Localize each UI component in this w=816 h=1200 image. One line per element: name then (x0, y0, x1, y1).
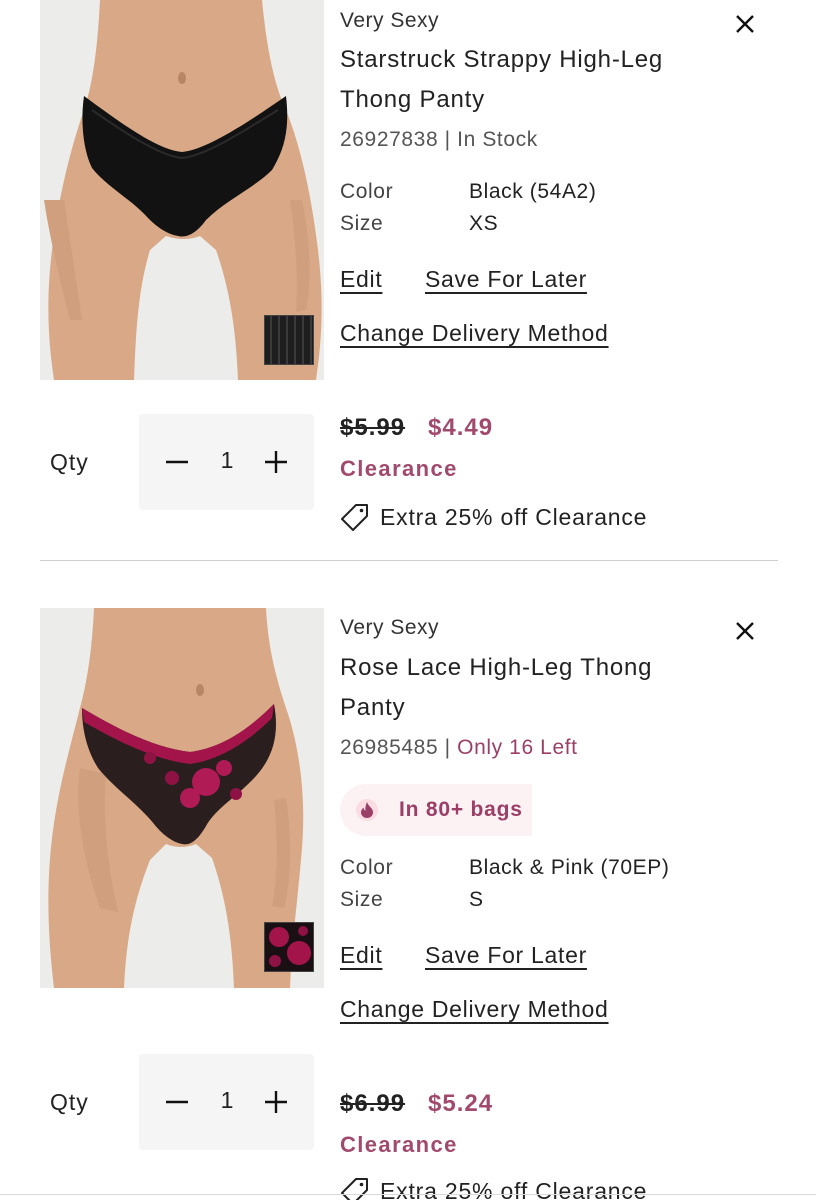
promo-text: Extra 25% off Clearance (380, 503, 648, 530)
color-value: Black & Pink (70EP) (469, 856, 670, 879)
qty-label: Qty (50, 1089, 89, 1115)
product-name[interactable]: Rose Lace High-Leg Thong Panty (340, 648, 700, 728)
change-delivery-method-link[interactable]: Change Delivery Method (340, 996, 609, 1023)
edit-link[interactable]: Edit (340, 266, 382, 293)
product-image[interactable] (40, 0, 324, 380)
size-label: Size (340, 888, 384, 911)
plus-icon (265, 451, 287, 473)
remove-item-button[interactable] (731, 10, 759, 38)
color-label: Color (340, 180, 394, 203)
size-label: Size (340, 212, 384, 235)
product-image[interactable] (40, 608, 324, 988)
minus-icon (166, 1100, 188, 1104)
price-tag-icon (341, 1178, 368, 1200)
viewport-edge (0, 1194, 816, 1195)
sku-stock-line: 26927838 | In Stock (340, 128, 538, 152)
change-delivery-method-link[interactable]: Change Delivery Method (340, 320, 609, 347)
quantity-value: 1 (220, 447, 234, 473)
clearance-tag: Clearance (340, 456, 458, 481)
close-icon (736, 15, 754, 33)
promo-line: Extra 25% off Clearance (340, 502, 647, 532)
original-price: $6.99 (340, 1090, 406, 1117)
remove-item-button[interactable] (731, 617, 759, 645)
close-icon (736, 622, 754, 640)
stock-status: In Stock (457, 128, 538, 151)
increase-quantity-button[interactable] (261, 1087, 291, 1117)
color-label: Color (340, 856, 394, 879)
product-brand: Very Sexy (340, 9, 440, 32)
decrease-quantity-button[interactable] (162, 447, 192, 477)
stock-status: Only 16 Left (457, 736, 578, 759)
sale-price: $5.24 (428, 1090, 494, 1117)
price-tag-icon (341, 504, 368, 531)
color-value: Black (54A2) (469, 180, 597, 203)
sku-stock-line: 26985485 | Only 16 Left (340, 736, 578, 760)
popularity-text: In 80+ bags (399, 798, 523, 821)
size-value: XS (469, 212, 499, 235)
separator: | (444, 736, 451, 759)
product-brand: Very Sexy (340, 616, 440, 639)
color-swatch (264, 315, 314, 365)
separator: | (444, 128, 451, 151)
promo-line: Extra 25% off Clearance (340, 1176, 647, 1200)
original-price: $5.99 (340, 414, 406, 441)
sale-price: $4.49 (428, 414, 494, 441)
flame-icon (356, 799, 378, 821)
cart-item: Very Sexy Rose Lace High-Leg Thong Panty… (0, 608, 816, 1200)
quantity-stepper: 1 (139, 414, 314, 510)
popularity-badge: In 80+ bags (340, 784, 532, 836)
quantity-stepper: 1 (139, 1054, 314, 1150)
save-for-later-link[interactable]: Save For Later (425, 266, 587, 293)
plus-icon (265, 1091, 287, 1113)
save-for-later-link[interactable]: Save For Later (425, 942, 587, 969)
minus-icon (166, 460, 188, 464)
color-swatch (264, 922, 314, 972)
item-divider (40, 560, 778, 561)
product-sku: 26927838 (340, 128, 439, 151)
clearance-tag: Clearance (340, 1132, 458, 1157)
cart-item: Very Sexy Starstruck Strappy High-Leg Th… (0, 0, 816, 560)
size-value: S (469, 888, 484, 911)
edit-link[interactable]: Edit (340, 942, 382, 969)
product-name[interactable]: Starstruck Strappy High-Leg Thong Panty (340, 40, 700, 120)
qty-label: Qty (50, 449, 89, 475)
decrease-quantity-button[interactable] (162, 1087, 192, 1117)
promo-text: Extra 25% off Clearance (380, 1177, 648, 1200)
product-sku: 26985485 (340, 736, 439, 759)
quantity-value: 1 (220, 1087, 234, 1113)
increase-quantity-button[interactable] (261, 447, 291, 477)
